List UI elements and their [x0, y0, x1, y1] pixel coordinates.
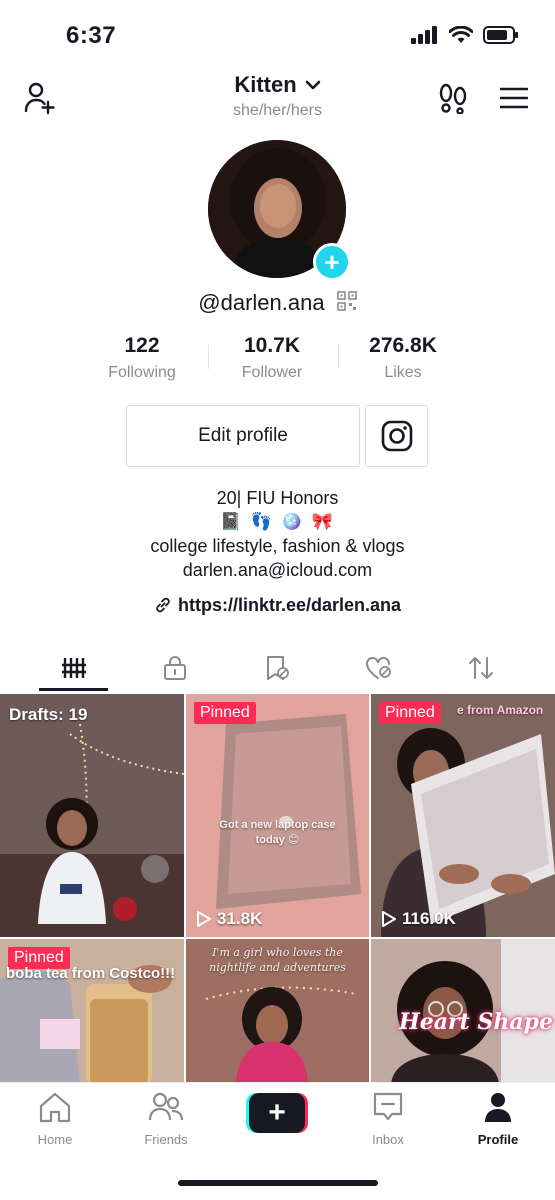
stat-label: Following — [108, 364, 176, 381]
add-avatar-button[interactable]: + — [313, 243, 351, 281]
video-caption: e from Amazon — [457, 703, 544, 717]
username-row: @darlen.ana — [0, 290, 555, 317]
bio-link-text: https://linktr.ee/darlen.ana — [177, 595, 402, 615]
tab-liked[interactable] — [344, 648, 414, 688]
inbox-icon — [373, 1092, 403, 1121]
instagram-button[interactable] — [365, 405, 428, 467]
battery-icon — [483, 26, 518, 44]
signal-icon — [411, 26, 437, 44]
tab-private[interactable] — [140, 648, 210, 688]
nav-home[interactable]: Home — [10, 1091, 100, 1147]
bio-emojis: 📓 👣 🪩 🎀 — [220, 512, 335, 532]
video-caption: I'm a girl who loves the nightlife and a… — [209, 946, 346, 974]
edit-profile-button[interactable]: Edit profile — [126, 405, 360, 467]
nav-label: Inbox — [372, 1132, 404, 1147]
bio-link[interactable]: https://linktr.ee/darlen.ana — [0, 595, 555, 616]
content-tabs — [0, 642, 555, 694]
bio-email: darlen.ana@icloud.com — [182, 560, 373, 580]
home-icon — [39, 1092, 71, 1123]
grid-bars-icon — [62, 658, 86, 678]
status-icons — [411, 26, 519, 44]
bio-line: 20| FIU Honors — [216, 488, 339, 508]
plus-icon: + — [249, 1093, 305, 1133]
bio: 20| FIU Honors 📓 👣 🪩 🎀 college lifestyle… — [0, 486, 555, 582]
home-indicator — [178, 1180, 378, 1186]
drafts-tile[interactable]: Drafts: 19 — [0, 694, 184, 937]
tab-videos[interactable] — [39, 648, 109, 688]
status-bar: 6:37 — [0, 0, 555, 70]
instagram-icon — [381, 420, 412, 452]
stat-value: 276.8K — [369, 334, 437, 357]
video-thumbnail — [371, 694, 555, 937]
stat-divider — [208, 345, 209, 369]
nav-label: Profile — [477, 1132, 519, 1147]
video-tile[interactable]: I'm a girl who loves the nightlife and a… — [186, 939, 369, 1084]
hamburger-menu-icon — [500, 87, 528, 109]
nav-profile[interactable]: Profile — [453, 1091, 543, 1147]
repost-icon — [469, 657, 493, 679]
video-tile[interactable]: Pinned e from Amazon 116.0K — [371, 694, 555, 937]
profile-views-button[interactable] — [431, 76, 475, 120]
video-grid: Drafts: 19 Pinned Got a new laptop case … — [0, 694, 555, 1084]
stat-value: 10.7K — [243, 334, 301, 357]
view-count-text: 31.8K — [217, 909, 263, 928]
qr-code-icon[interactable] — [336, 291, 357, 317]
video-thumbnail — [186, 694, 369, 937]
nav-friends[interactable]: Friends — [121, 1091, 211, 1147]
drafts-label: Drafts: 19 — [9, 705, 88, 724]
bookmark-hidden-icon — [267, 656, 289, 680]
view-count: 116.0K — [381, 909, 456, 929]
play-icon — [382, 911, 396, 927]
nav-label: Home — [37, 1132, 73, 1147]
profile-stats: 122 Following 10.7K Follower 276.8K Like… — [0, 334, 555, 384]
nav-label: Friends — [144, 1132, 188, 1147]
stat-label: Follower — [241, 364, 303, 381]
active-tab-indicator — [39, 688, 108, 691]
video-tile[interactable]: Pinned boba tea from Costco!!! — [0, 939, 184, 1084]
video-tile[interactable]: Heart Shape — [371, 939, 555, 1084]
stat-following[interactable]: 122 Following — [87, 334, 197, 382]
stat-followers[interactable]: 10.7K Follower — [217, 334, 327, 382]
lock-icon — [164, 656, 186, 680]
stat-label: Likes — [384, 364, 422, 381]
heart-hidden-icon — [366, 657, 391, 679]
create-button[interactable]: + — [246, 1093, 308, 1133]
pinned-badge: Pinned — [379, 702, 441, 724]
nav-inbox[interactable]: Inbox — [343, 1091, 433, 1147]
stat-value: 122 — [124, 334, 160, 357]
status-time: 6:37 — [66, 22, 117, 49]
profile-header: Kitten she/her/hers — [0, 70, 555, 128]
link-icon — [156, 597, 170, 613]
pinned-badge: Pinned — [194, 702, 256, 724]
account-name: Kitten — [234, 72, 297, 97]
username: @darlen.ana — [198, 290, 325, 315]
stat-likes[interactable]: 276.8K Likes — [348, 334, 458, 382]
tab-favorites[interactable] — [242, 648, 312, 688]
chevron-down-icon — [305, 80, 320, 90]
friends-icon — [148, 1092, 184, 1121]
tab-reposts[interactable] — [446, 648, 516, 688]
wifi-icon — [449, 26, 473, 43]
view-count-text: 116.0K — [402, 909, 456, 928]
bio-line: college lifestyle, fashion & vlogs — [150, 536, 405, 556]
video-tile[interactable]: Pinned Got a new laptop case today 😊 31.… — [186, 694, 369, 937]
play-icon — [197, 911, 211, 927]
footprints-icon — [439, 83, 467, 114]
video-caption: Got a new laptop case today 😊 — [219, 819, 336, 846]
video-caption: Heart Shape — [399, 1009, 553, 1035]
stat-divider — [338, 345, 339, 369]
view-count: 31.8K — [196, 909, 262, 929]
video-caption: boba tea from Costco!!! — [6, 965, 176, 982]
menu-button[interactable] — [492, 76, 536, 120]
profile-icon — [485, 1093, 511, 1122]
video-thumbnail — [0, 694, 184, 937]
